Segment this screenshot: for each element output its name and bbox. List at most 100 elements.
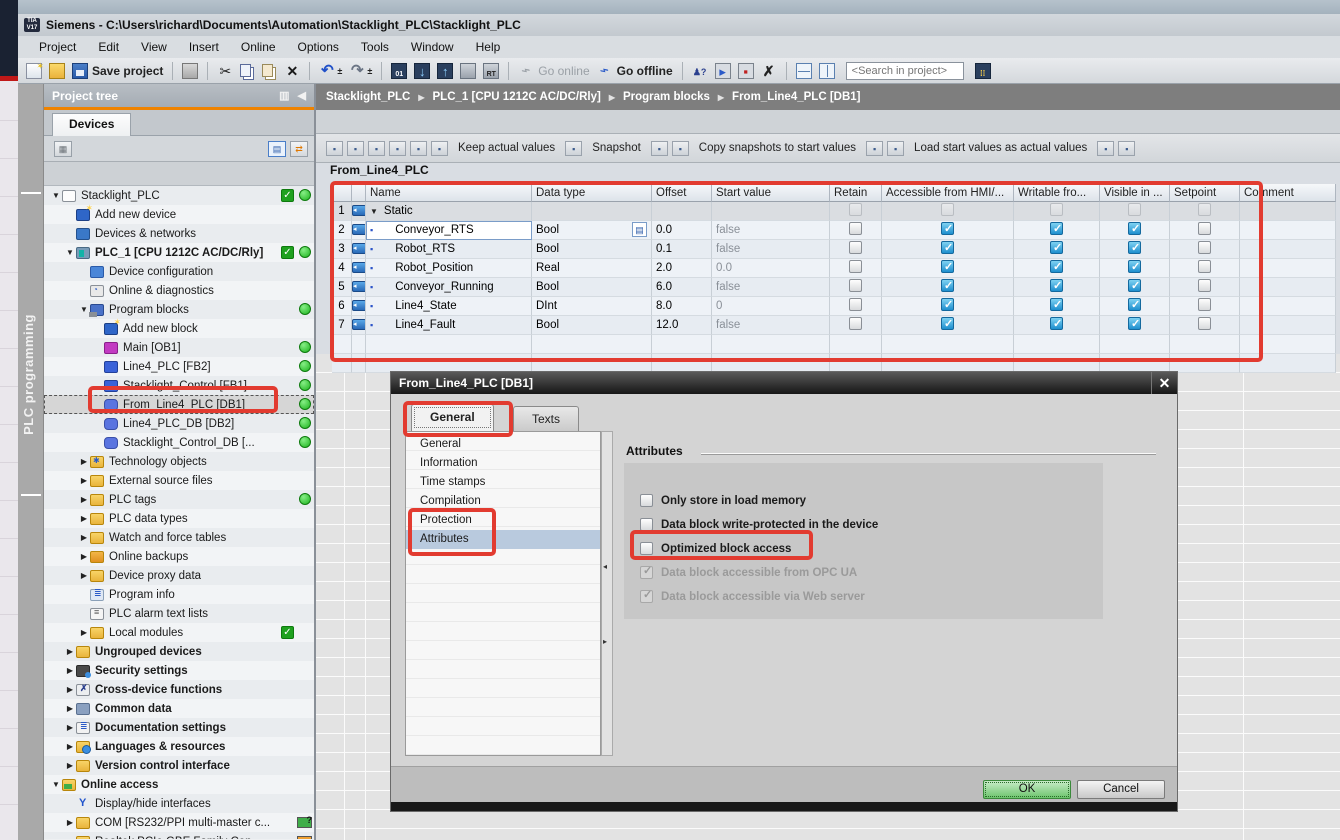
- start-value-cell[interactable]: [712, 202, 830, 221]
- tree-item-stacklight-control-db[interactable]: Stacklight_Control_DB [...: [44, 433, 314, 452]
- data-type-cell[interactable]: [532, 202, 652, 221]
- expander-icon[interactable]: ▶: [64, 742, 76, 751]
- insert-row-icon[interactable]: ▪: [326, 141, 343, 156]
- tree-item-plc-alarm-text-lists[interactable]: PLC alarm text lists: [44, 604, 314, 623]
- tree-item-ungrouped-devices[interactable]: ▶Ungrouped devices: [44, 642, 314, 661]
- snapshot-camera-icon[interactable]: ▪: [651, 141, 668, 156]
- tree-item-com-rs232-ppi-multi-master-c[interactable]: ▶COM [RS232/PPI multi-master c...: [44, 813, 314, 832]
- copy-snapshot-all-icon[interactable]: ▪: [887, 141, 904, 156]
- visible-in-hmi-cell[interactable]: [1100, 297, 1170, 316]
- tree-item-from-line4-plc-db1[interactable]: From_Line4_PLC [DB1]: [44, 395, 314, 414]
- accessible-from-hmi-cell[interactable]: [882, 297, 1014, 316]
- tree-item-devices-networks[interactable]: Devices & networks: [44, 224, 314, 243]
- float-panel-icon[interactable]: ▥: [279, 89, 289, 102]
- breadcrumb-segment[interactable]: From_Line4_PLC [DB1]: [732, 91, 860, 103]
- start-value-cell[interactable]: false: [712, 221, 830, 240]
- setpoint-checkbox[interactable]: [1198, 317, 1211, 330]
- accessible-button[interactable]: [690, 62, 710, 80]
- setpoint-cell[interactable]: [1170, 278, 1240, 297]
- load-db-icon[interactable]: ▪: [1097, 141, 1114, 156]
- tree-item-program-info[interactable]: Program info: [44, 585, 314, 604]
- accessible-from-hmi-checkbox[interactable]: [941, 298, 954, 311]
- setpoint-cell[interactable]: [1170, 221, 1240, 240]
- name-cell[interactable]: ▼Static: [366, 202, 532, 221]
- save-project-button[interactable]: Save project: [70, 62, 165, 80]
- tree-item-add-new-block[interactable]: Add new block: [44, 319, 314, 338]
- writable-from-hmi-checkbox[interactable]: [1050, 279, 1063, 292]
- tree-item-common-data[interactable]: ▶Common data: [44, 699, 314, 718]
- writable-from-hmi-checkbox[interactable]: [1050, 260, 1063, 273]
- setpoint-cell[interactable]: [1170, 316, 1240, 335]
- start-value-cell[interactable]: 0: [712, 297, 830, 316]
- device-overview-icon[interactable]: ▦: [54, 141, 72, 157]
- copy-snapshot-icon[interactable]: ▪: [866, 141, 883, 156]
- delete-button[interactable]: [282, 62, 302, 80]
- retain-cell[interactable]: [830, 221, 882, 240]
- column-header-Accessible from HMI/...[interactable]: Accessible from HMI/...: [882, 184, 1014, 202]
- accessible-from-hmi-checkbox[interactable]: [941, 222, 954, 235]
- expander-icon[interactable]: ▶: [64, 685, 76, 694]
- setpoint-checkbox[interactable]: [1198, 222, 1211, 235]
- menu-insert[interactable]: Insert: [178, 37, 230, 57]
- tree-item-external-source-files[interactable]: ▶External source files: [44, 471, 314, 490]
- expander-icon[interactable]: ▶: [64, 647, 76, 656]
- breadcrumb-segment[interactable]: Program blocks: [623, 91, 710, 103]
- keep-values-db-icon[interactable]: ▪: [565, 141, 582, 156]
- tree-item-realtek-pcie-gbe-family-con[interactable]: ▼Realtek PCIe GBE Family Con...: [44, 832, 314, 839]
- details-view-icon[interactable]: ▤: [268, 141, 286, 157]
- expander-icon[interactable]: ▶: [64, 818, 76, 827]
- start-value-cell[interactable]: false: [712, 278, 830, 297]
- comment-cell[interactable]: [1240, 259, 1336, 278]
- cancel-button[interactable]: Cancel: [1077, 780, 1165, 799]
- retain-checkbox[interactable]: [849, 241, 862, 254]
- comment-cell[interactable]: [1240, 202, 1336, 221]
- expander-icon[interactable]: ▼: [64, 248, 76, 257]
- accessible-cell[interactable]: [882, 202, 1014, 221]
- writable-from-hmi-checkbox[interactable]: [1050, 298, 1063, 311]
- setpoint-checkbox[interactable]: [1198, 279, 1211, 292]
- data-type-cell[interactable]: Bool: [532, 278, 652, 297]
- dialog-nav-compilation[interactable]: Compilation: [406, 492, 600, 511]
- data-type-cell[interactable]: Bool▤: [532, 221, 652, 240]
- paste-button[interactable]: [260, 63, 279, 78]
- setpoint-checkbox[interactable]: [1198, 203, 1211, 216]
- accessible-from-hmi-cell[interactable]: [882, 240, 1014, 259]
- data-type-cell[interactable]: Bool: [532, 240, 652, 259]
- column-header-Offset[interactable]: Offset: [652, 184, 712, 202]
- library-button[interactable]: [973, 62, 993, 80]
- retain-cell[interactable]: [830, 202, 882, 221]
- tree-item-display-hide-interfaces[interactable]: Display/hide interfaces: [44, 794, 314, 813]
- tree-item-plc-data-types[interactable]: ▶PLC data types: [44, 509, 314, 528]
- tree-item-device-proxy-data[interactable]: ▶Device proxy data: [44, 566, 314, 585]
- column-header-Visible in ...[interactable]: Visible in ...: [1100, 184, 1170, 202]
- accessible-from-hmi-cell[interactable]: [882, 278, 1014, 297]
- visible-in-hmi-cell[interactable]: [1100, 278, 1170, 297]
- dialog-nav-time-stamps[interactable]: Time stamps: [406, 473, 600, 492]
- start-value-cell[interactable]: false: [712, 316, 830, 335]
- visible-in-hmi-checkbox[interactable]: [1128, 298, 1141, 311]
- retain-checkbox[interactable]: [849, 222, 862, 235]
- retain-cell[interactable]: [830, 240, 882, 259]
- column-header-Retain[interactable]: Retain: [830, 184, 882, 202]
- menu-online[interactable]: Online: [230, 37, 287, 57]
- tree-item-documentation-settings[interactable]: ▶Documentation settings: [44, 718, 314, 737]
- start-value-cell[interactable]: 0.0: [712, 259, 830, 278]
- tree-item-main-ob1[interactable]: Main [OB1]: [44, 338, 314, 357]
- tree-item-local-modules[interactable]: ▶Local modules: [44, 623, 314, 642]
- retain-checkbox[interactable]: [849, 203, 862, 216]
- accessible-from-hmi-cell[interactable]: [882, 316, 1014, 335]
- menu-tools[interactable]: Tools: [350, 37, 400, 57]
- comment-cell[interactable]: [1240, 240, 1336, 259]
- setpoint-cell[interactable]: [1170, 202, 1240, 221]
- undo-button[interactable]: ±: [317, 62, 344, 80]
- collapse-panel-icon[interactable]: ◀: [298, 89, 306, 102]
- writable-from-hmi-cell[interactable]: [1014, 316, 1100, 335]
- tree-item-online-backups[interactable]: ▶Online backups: [44, 547, 314, 566]
- writable-checkbox[interactable]: [1050, 203, 1063, 216]
- load-db-all-icon[interactable]: ▪: [1118, 141, 1135, 156]
- accessible-from-hmi-checkbox[interactable]: [941, 260, 954, 273]
- tree-item-languages-resources[interactable]: ▶Languages & resources: [44, 737, 314, 756]
- menu-options[interactable]: Options: [287, 37, 350, 57]
- expander-icon[interactable]: ▶: [78, 476, 90, 485]
- data-type-cell[interactable]: Bool: [532, 316, 652, 335]
